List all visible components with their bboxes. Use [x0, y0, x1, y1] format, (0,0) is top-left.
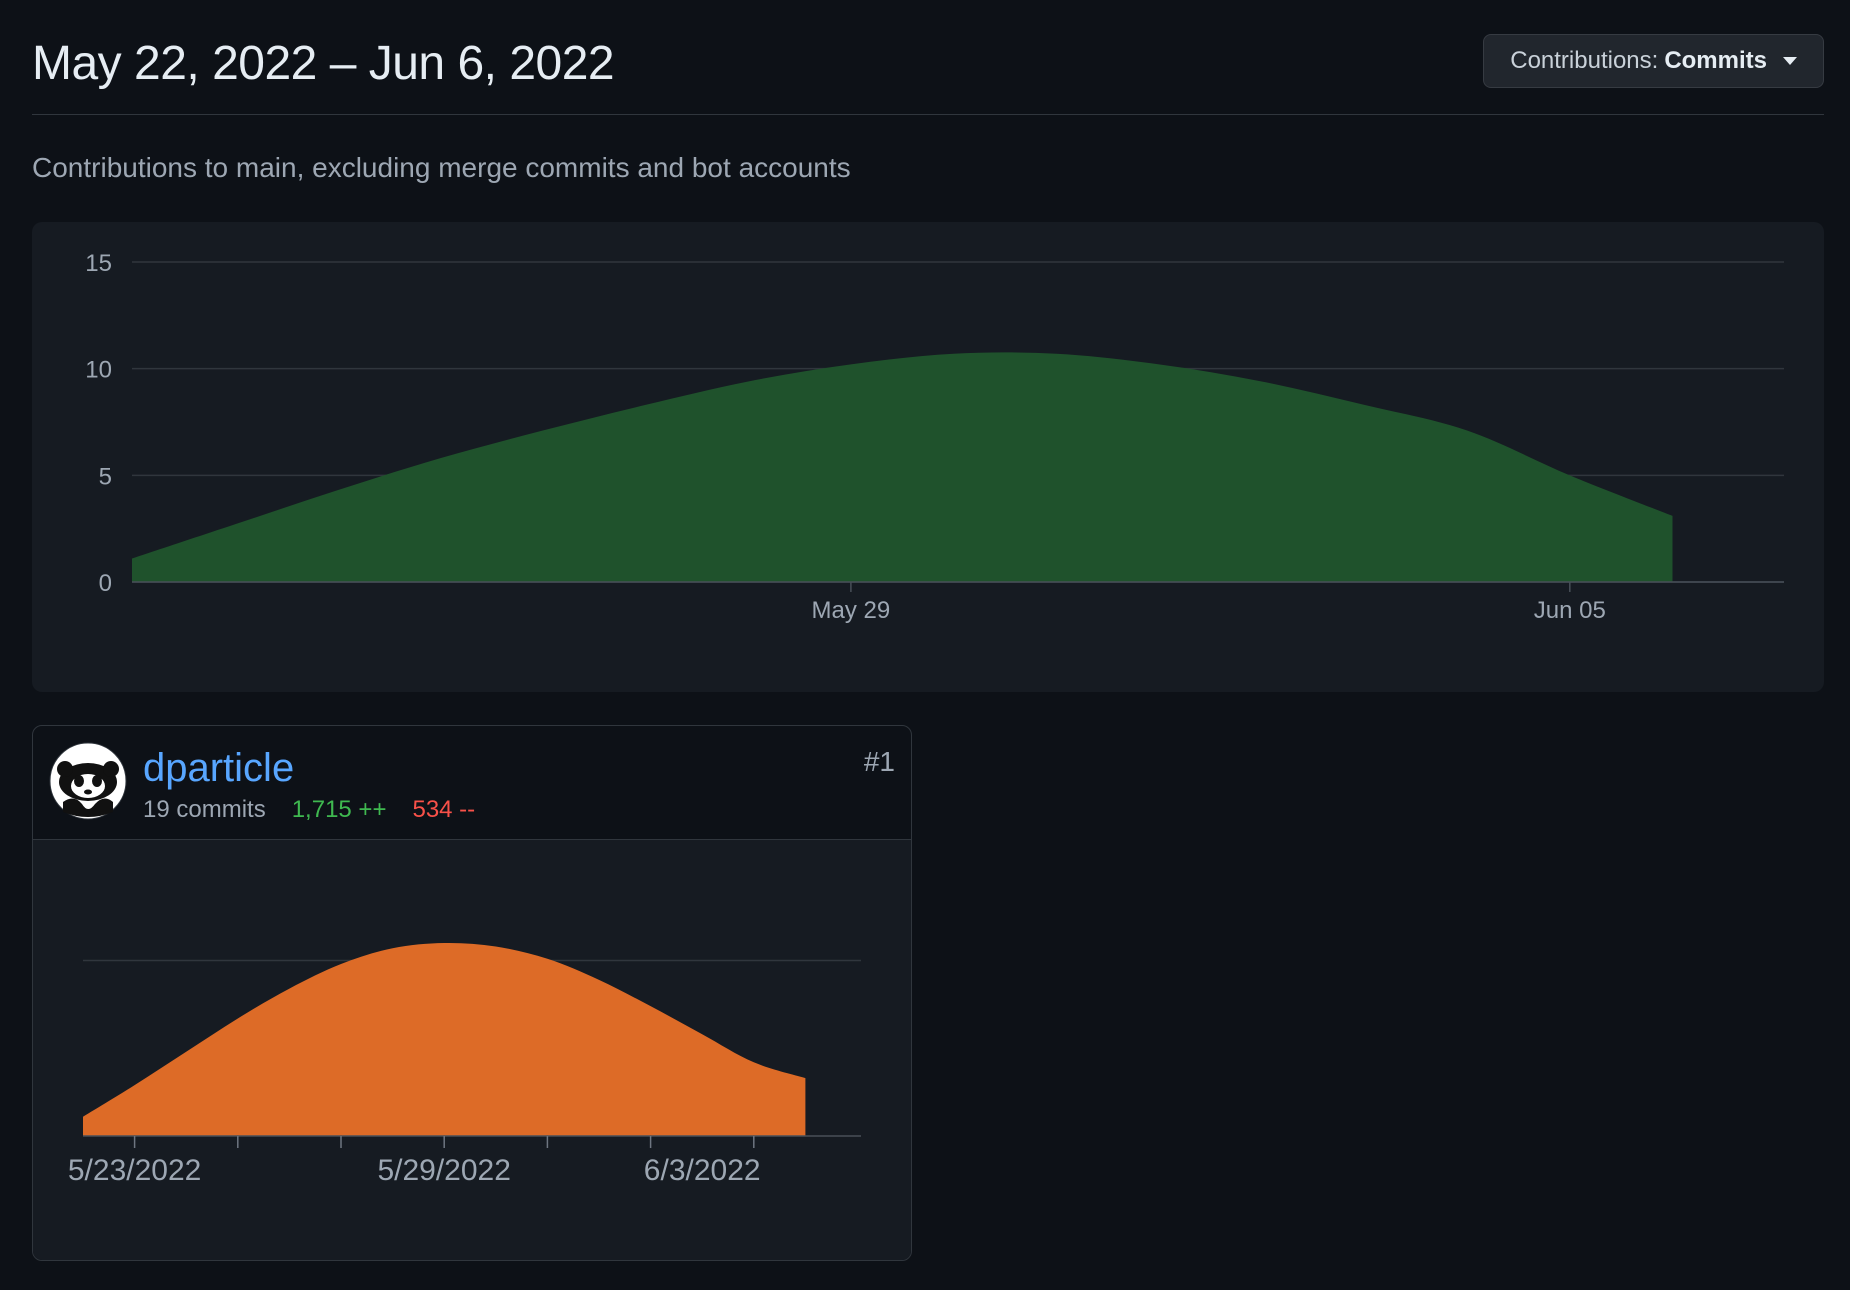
contributions-label: Contributions:: [1510, 47, 1659, 74]
contributor-chart: 5/23/2022 5/29/2022 6/3/2022: [33, 840, 911, 1260]
page-title: May 22, 2022 – Jun 6, 2022: [32, 37, 615, 90]
commits-chart: 0 5 10 15 May 29 Jun 05: [32, 222, 1824, 692]
deletions-count: 534 --: [412, 796, 476, 823]
page-header: May 22, 2022 – Jun 6, 2022 Contributions…: [32, 28, 1824, 115]
page-subtitle: Contributions to main, excluding merge c…: [32, 152, 851, 183]
y-tick-label-0: 0: [99, 570, 112, 597]
commit-count: 19 commits: [143, 796, 266, 823]
contributor-stats: 19 commits 1,715 ++ 534 --: [143, 796, 475, 824]
contributions-value: Commits: [1664, 47, 1767, 74]
y-tick-label-10: 10: [85, 357, 112, 384]
caret-down-icon: [1783, 57, 1797, 65]
contributor-card-header: dparticle 19 commits 1,715 ++ 534 -- #1: [33, 726, 911, 840]
y-tick-label-15: 15: [85, 250, 112, 277]
contributor-area: [83, 942, 806, 1136]
commits-area: [132, 352, 1673, 582]
x-tick-label: Jun 05: [1534, 597, 1606, 624]
x-tick-label: 6/3/2022: [644, 1154, 761, 1187]
contributor-card: dparticle 19 commits 1,715 ++ 534 -- #1 …: [32, 725, 912, 1261]
contributor-chart-svg: 5/23/2022 5/29/2022 6/3/2022: [68, 942, 861, 1187]
panda-avatar-icon[interactable]: [49, 742, 127, 820]
contributor-rank: #1: [863, 746, 895, 777]
x-tick-label: May 29: [812, 597, 891, 624]
contributions-dropdown-button[interactable]: Contributions: Commits: [1483, 34, 1824, 88]
additions-count: 1,715 ++: [291, 796, 387, 823]
y-tick-label-5: 5: [99, 463, 112, 490]
contributor-username-link[interactable]: dparticle: [143, 746, 294, 791]
x-tick-label: 5/23/2022: [68, 1154, 201, 1187]
commits-chart-svg: 0 5 10 15 May 29 Jun 05: [85, 250, 1784, 624]
x-tick-label: 5/29/2022: [377, 1154, 510, 1187]
